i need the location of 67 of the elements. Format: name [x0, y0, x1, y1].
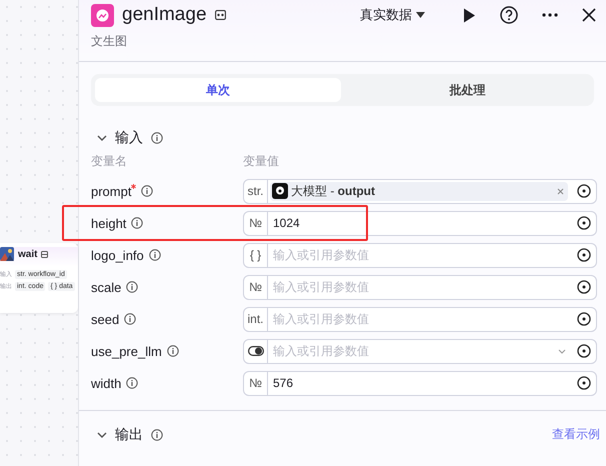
info-icon: [148, 249, 161, 261]
input-placeholder: 输入或引用参数值: [272, 278, 370, 296]
type-tag: №: [244, 212, 268, 234]
help-button[interactable]: [500, 6, 518, 24]
info-icon: [166, 345, 179, 357]
info-icon: [151, 132, 163, 144]
more-button[interactable]: [542, 13, 558, 17]
clear-icon[interactable]: [557, 188, 564, 194]
variable-name: seed: [91, 312, 120, 326]
value-field[interactable]: str. 大模型 - output: [243, 178, 597, 204]
mask-icon[interactable]: [214, 10, 226, 20]
info-icon: [151, 428, 163, 440]
type-tag: №: [244, 372, 268, 394]
variable-name: logo_info: [91, 248, 144, 262]
value-field[interactable]: int. 输入或引用参数值: [243, 306, 597, 332]
node-title: wait: [18, 248, 38, 260]
chevron-down-icon[interactable]: [97, 135, 107, 141]
circle-dot-icon[interactable]: [577, 216, 591, 230]
caret-icon: [416, 12, 425, 18]
section-title: 输出: [115, 426, 143, 444]
variable-name: width: [91, 376, 122, 390]
type-tag: int.: [244, 308, 268, 330]
view-example-link[interactable]: 查看示例: [552, 426, 600, 443]
input-value: 576: [272, 376, 294, 390]
circle-dot-icon[interactable]: [577, 376, 591, 390]
variable-name: use_pre_llm: [91, 344, 162, 358]
section-title: 输入: [115, 129, 143, 147]
run-button[interactable]: [463, 8, 476, 22]
circle-dot-icon[interactable]: [577, 312, 591, 326]
value-field[interactable]: № 输入或引用参数值: [243, 274, 597, 300]
variable-name: height: [91, 216, 126, 230]
value-field[interactable]: № 1024: [243, 210, 597, 236]
value-field[interactable]: № 576: [243, 370, 597, 396]
info-icon: [126, 281, 138, 293]
type-tag: str.: [244, 180, 268, 202]
toggle-icon: [248, 346, 264, 356]
mode-tab[interactable]: 单次: [95, 78, 340, 102]
input-placeholder: 输入或引用参数值: [272, 246, 370, 264]
data-source-dropdown[interactable]: 真实数据: [360, 6, 425, 24]
info-icon: [126, 377, 138, 389]
node-title: genImage: [122, 4, 207, 26]
mode-tab[interactable]: 批处理: [344, 78, 590, 102]
reference-chip[interactable]: 大模型 - output: [270, 182, 568, 200]
model-icon: [272, 183, 288, 199]
node-subtitle: 文生图: [91, 33, 128, 50]
chevron-down-icon[interactable]: [97, 432, 107, 438]
column-header: 变量名: [91, 153, 128, 170]
value-field[interactable]: { } 输入或引用参数值: [243, 242, 597, 268]
circle-dot-icon[interactable]: [577, 184, 591, 198]
info-icon: [141, 185, 154, 197]
variable-name: prompt: [91, 184, 132, 198]
circle-dot-icon[interactable]: [577, 344, 591, 358]
type-tag: { }: [244, 244, 268, 266]
node-type-icon: [41, 250, 48, 258]
close-button[interactable]: [582, 8, 596, 22]
reference-value: 大模型 - output: [291, 182, 376, 200]
circle-dot-icon[interactable]: [577, 280, 591, 294]
input-placeholder: 输入或引用参数值: [272, 342, 370, 360]
info-icon: [131, 217, 144, 229]
column-header: 变量值: [243, 153, 280, 170]
image-app-icon: [91, 4, 114, 26]
input-placeholder: 输入或引用参数值: [272, 310, 370, 328]
type-tag: №: [244, 276, 268, 298]
info-icon: [124, 313, 136, 325]
input-value: 1024: [272, 216, 301, 230]
circle-dot-icon[interactable]: [577, 248, 591, 262]
variable-name: scale: [91, 280, 122, 294]
